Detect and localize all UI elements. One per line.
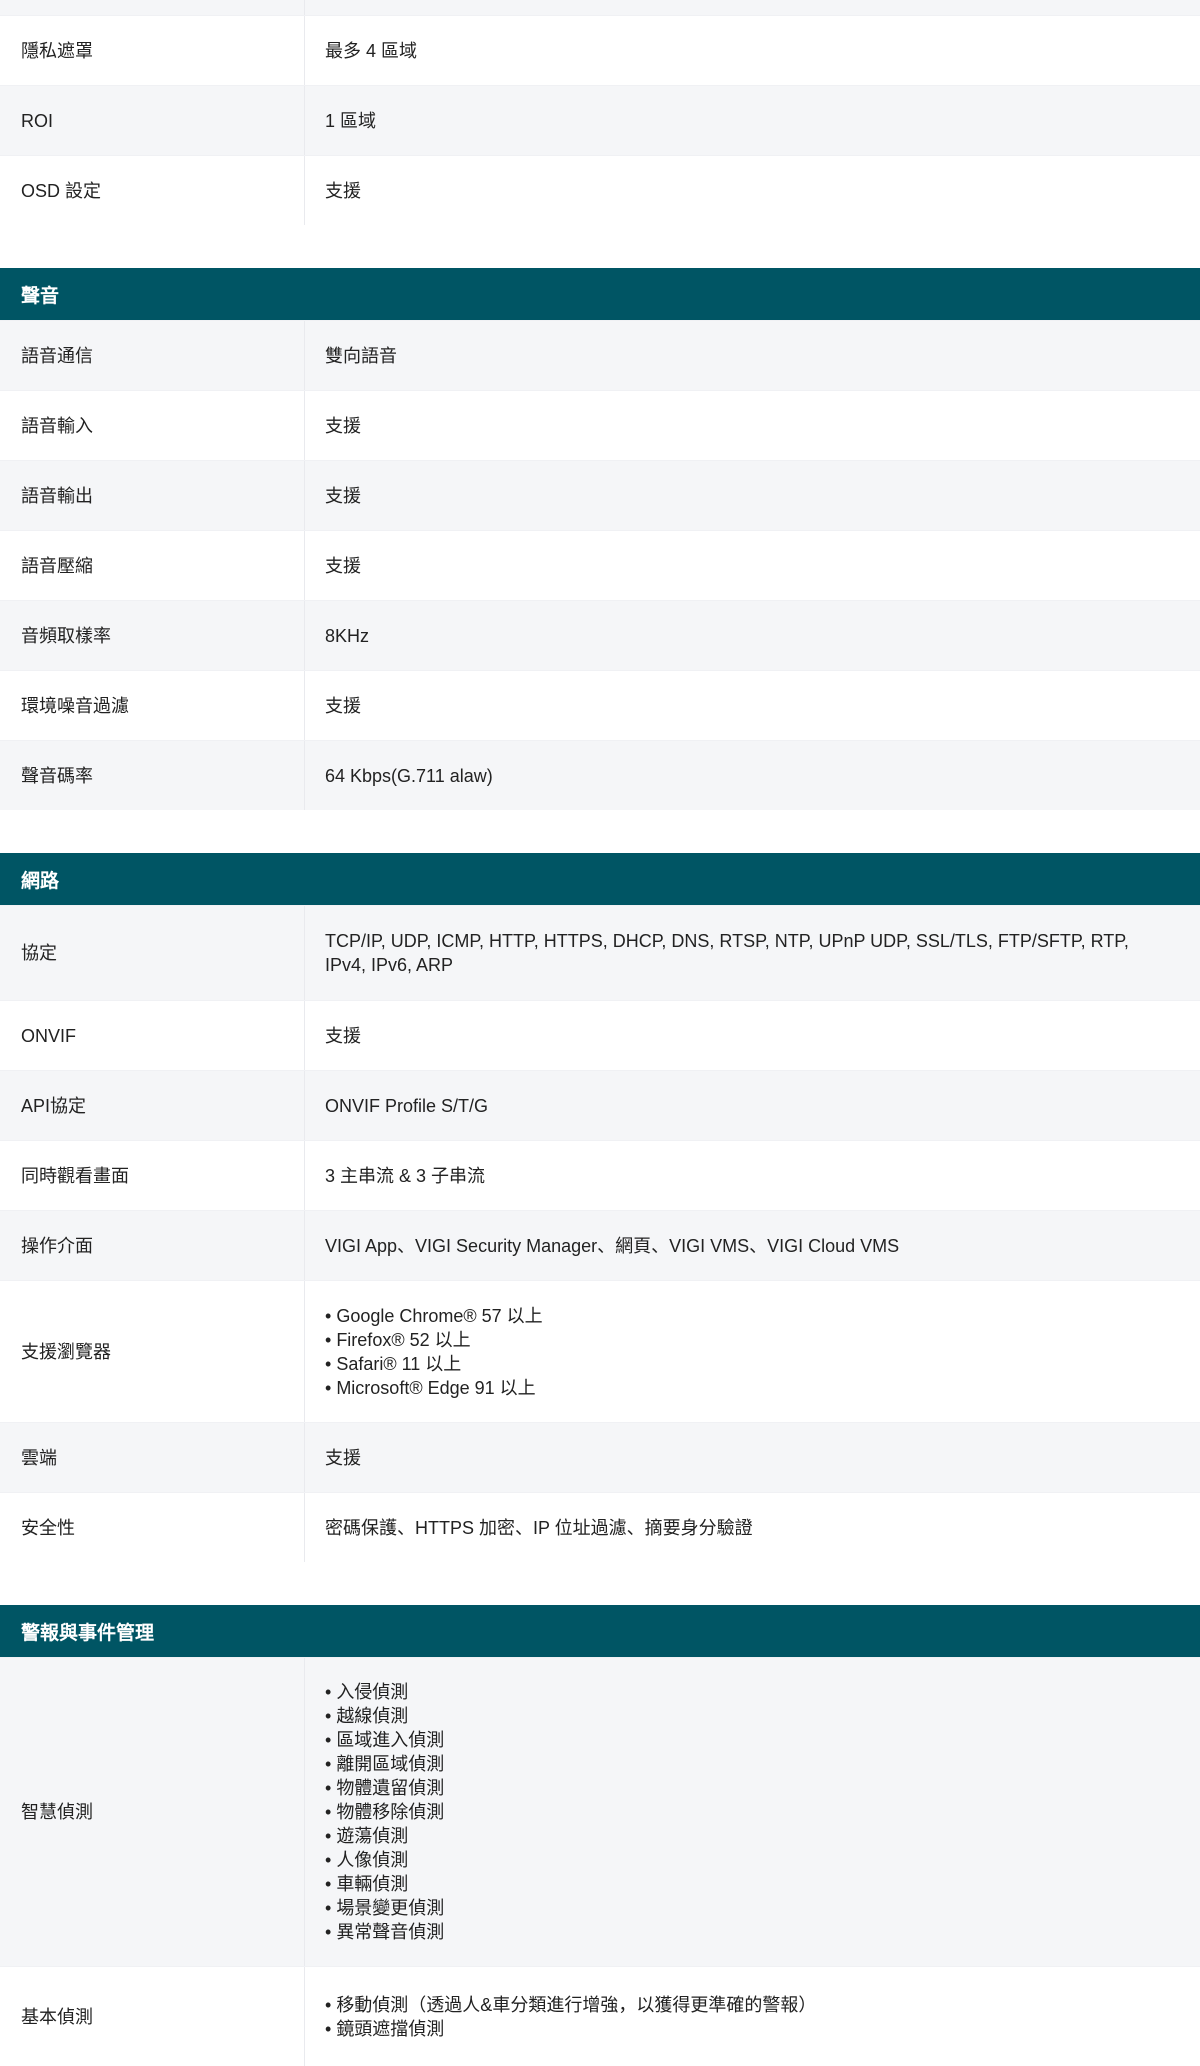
spec-label: 語音輸出 (21, 485, 93, 506)
spec-value: 入侵偵測越線偵測區域進入偵測離開區域偵測物體遺留偵測物體移除偵測遊蕩偵測人像偵測… (305, 1680, 1200, 1944)
spec-row (0, 0, 1200, 15)
spec-label: 同時觀看畫面 (21, 1165, 129, 1186)
spec-value-item: Google Chrome® 57 以上 (325, 1304, 1144, 1328)
spec-value-item: 場景變更偵測 (325, 1896, 1144, 1920)
spec-label: API協定 (21, 1095, 87, 1116)
spec-value: 支援 (325, 1447, 361, 1468)
spec-value-list: 入侵偵測越線偵測區域進入偵測離開區域偵測物體遺留偵測物體移除偵測遊蕩偵測人像偵測… (325, 1680, 1144, 1944)
spec-label: 安全性 (21, 1517, 75, 1538)
spec-table: 隱私遮罩 最多 4 區域 ROI 1 區域 OSD 設定 支援 聲音 語音通信 雙向語音 語音輸入… (0, 0, 1200, 2066)
spec-label: 語音壓縮 (21, 555, 93, 576)
spec-value: 最多 4 區域 (325, 40, 418, 61)
spec-value-item: 區域進入偵測 (325, 1728, 1144, 1752)
spec-label: 智慧偵測 (21, 1802, 93, 1822)
spec-row: 智慧偵測 入侵偵測越線偵測區域進入偵測離開區域偵測物體遺留偵測物體移除偵測遊蕩偵測… (0, 1657, 1200, 1966)
spec-value: 雙向語音 (325, 345, 397, 366)
section-gap (0, 1562, 1200, 1605)
spec-value: TCP/IP, UDP, ICMP, HTTP, HTTPS, DHCP, DN… (325, 931, 1129, 975)
spec-label: ONVIF (21, 1025, 77, 1046)
spec-value: 8KHz (325, 625, 370, 646)
spec-row: 支援瀏覽器 Google Chrome® 57 以上Firefox® 52 以上S… (0, 1280, 1200, 1422)
spec-value-item: 越線偵測 (325, 1704, 1144, 1728)
spec-value-item: Firefox® 52 以上 (325, 1328, 1144, 1352)
section-title: 聲音 (21, 285, 60, 307)
spec-label: ROI (21, 110, 54, 131)
spec-row: 同時觀看畫面 3 主串流 & 3 子串流 (0, 1140, 1200, 1210)
spec-row: API協定 ONVIF Profile S/T/G (0, 1070, 1200, 1140)
spec-value-item: 遊蕩偵測 (325, 1824, 1144, 1848)
spec-value: VIGI App、VIGI Security Manager、網頁、VIGI V… (325, 1235, 900, 1256)
spec-value: 支援 (325, 695, 361, 716)
spec-row: OSD 設定 支援 (0, 155, 1200, 225)
spec-row: 操作介面 VIGI App、VIGI Security Manager、網頁、VI… (0, 1210, 1200, 1280)
spec-label: 語音通信 (21, 345, 93, 366)
spec-value-item: 車輛偵測 (325, 1872, 1144, 1896)
spec-label: 協定 (21, 943, 57, 963)
spec-value-item: 離開區域偵測 (325, 1752, 1144, 1776)
spec-value: 3 主串流 & 3 子串流 (325, 1165, 486, 1186)
spec-row: 聲音碼率 64 Kbps(G.711 alaw) (0, 740, 1200, 810)
spec-label: 基本偵測 (21, 2006, 93, 2027)
spec-label: 聲音碼率 (21, 765, 93, 786)
spec-value: 64 Kbps(G.711 alaw) (325, 765, 493, 786)
section-header: 網路 (0, 853, 1200, 905)
section-gap (0, 810, 1200, 853)
spec-value: 支援 (325, 415, 361, 436)
spec-label: 環境噪音過濾 (21, 695, 129, 716)
section-header: 聲音 (0, 268, 1200, 320)
spec-label: 隱私遮罩 (21, 40, 93, 61)
spec-row: ROI 1 區域 (0, 85, 1200, 155)
section-title: 警報與事件管理 (21, 1622, 155, 1644)
spec-row: 協定 TCP/IP, UDP, ICMP, HTTP, HTTPS, DHCP, … (0, 905, 1200, 1000)
spec-value: 支援 (325, 485, 361, 506)
spec-row: 安全性 密碼保護、HTTPS 加密、IP 位址過濾、摘要身分驗證 (0, 1492, 1200, 1562)
spec-row: 語音通信 雙向語音 (0, 320, 1200, 390)
spec-label: 音頻取樣率 (21, 625, 111, 646)
spec-value-list: 移動偵測（透過人&車分類進行增強，以獲得更準確的警報）鏡頭遮擋偵測 (325, 1993, 1144, 2041)
spec-label: OSD 設定 (21, 180, 102, 201)
spec-label: 操作介面 (21, 1235, 93, 1256)
spec-value: Google Chrome® 57 以上Firefox® 52 以上Safari… (305, 1304, 1200, 1400)
spec-value-item: 鏡頭遮擋偵測 (325, 2017, 1144, 2041)
spec-row: 音頻取樣率 8KHz (0, 600, 1200, 670)
spec-row: 語音壓縮 支援 (0, 530, 1200, 600)
column-divider (304, 0, 305, 15)
spec-value-item: Safari® 11 以上 (325, 1352, 1144, 1376)
spec-value-list: Google Chrome® 57 以上Firefox® 52 以上Safari… (325, 1304, 1144, 1400)
spec-value: 支援 (325, 180, 361, 201)
spec-row: 隱私遮罩 最多 4 區域 (0, 15, 1200, 85)
spec-value: 移動偵測（透過人&車分類進行增強，以獲得更準確的警報）鏡頭遮擋偵測 (305, 1993, 1200, 2041)
spec-value-item: 移動偵測（透過人&車分類進行增強，以獲得更準確的警報） (325, 1993, 1144, 2017)
spec-label: 雲端 (21, 1447, 57, 1468)
spec-label: 語音輸入 (21, 415, 93, 436)
spec-row: 語音輸入 支援 (0, 390, 1200, 460)
spec-row: 環境噪音過濾 支援 (0, 670, 1200, 740)
spec-row: ONVIF 支援 (0, 1000, 1200, 1070)
spec-row: 雲端 支援 (0, 1422, 1200, 1492)
spec-value-item: Microsoft® Edge 91 以上 (325, 1376, 1144, 1400)
section-header: 警報與事件管理 (0, 1605, 1200, 1657)
spec-value: 1 區域 (325, 110, 377, 131)
spec-value: 支援 (325, 1025, 361, 1046)
spec-value: 支援 (325, 555, 361, 576)
spec-value: ONVIF Profile S/T/G (325, 1095, 489, 1116)
spec-row: 基本偵測 移動偵測（透過人&車分類進行增強，以獲得更準確的警報）鏡頭遮擋偵測 (0, 1966, 1200, 2066)
spec-value-item: 物體移除偵測 (325, 1800, 1144, 1824)
spec-value: 密碼保護、HTTPS 加密、IP 位址過濾、摘要身分驗證 (325, 1517, 753, 1538)
spec-value-item: 異常聲音偵測 (325, 1920, 1144, 1944)
spec-value-item: 人像偵測 (325, 1848, 1144, 1872)
spec-value-item: 物體遺留偵測 (325, 1776, 1144, 1800)
spec-label: 支援瀏覽器 (21, 1341, 111, 1362)
spec-row: 語音輸出 支援 (0, 460, 1200, 530)
spec-value-item: 入侵偵測 (325, 1680, 1144, 1704)
section-gap (0, 225, 1200, 268)
section-title: 網路 (21, 870, 60, 892)
